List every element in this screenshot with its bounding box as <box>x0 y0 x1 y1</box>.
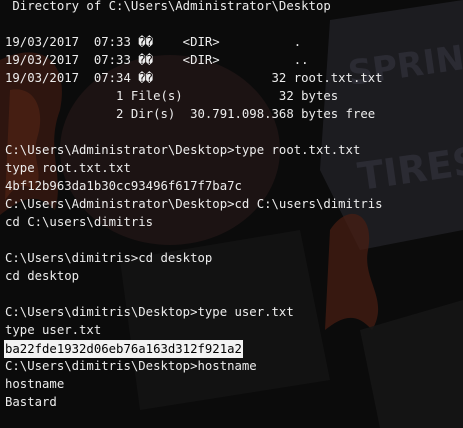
command-type-user: C:\Users\dimitris\Desktop>type user.txt <box>5 305 294 319</box>
terminal-window[interactable]: Directory of C:\Users\Administrator\Desk… <box>0 0 463 428</box>
command-type-root: C:\Users\Administrator\Desktop>type root… <box>5 143 361 157</box>
directory-header-line: Directory of C:\Users\Administrator\Desk… <box>5 0 331 13</box>
hostname-output: Bastard <box>5 395 57 409</box>
command-hostname: C:\Users\dimitris\Desktop>hostname <box>5 359 257 373</box>
dirs-summary-line: 2 Dir(s) 30.791.098.368 bytes free <box>5 107 376 121</box>
echo-type-root: type root.txt.txt <box>5 161 131 175</box>
echo-type-user: type user.txt <box>5 323 102 337</box>
dir-entry-parent: 19/03/2017 07:33 �� <DIR> .. <box>5 53 309 67</box>
echo-cd-desktop: cd desktop <box>5 269 80 283</box>
user-hash-selected[interactable]: ba22fde1932d06eb76a163d312f921a2 <box>4 340 243 358</box>
command-cd-dimitris: C:\Users\Administrator\Desktop>cd C:\use… <box>5 197 383 211</box>
dir-entry-current: 19/03/2017 07:33 �� <DIR> . <box>5 35 302 49</box>
echo-hostname: hostname <box>5 377 65 391</box>
command-cd-desktop: C:\Users\dimitris>cd desktop <box>5 251 213 265</box>
file-entry-root-txt: 19/03/2017 07:34 �� 32 root.txt.txt <box>5 71 383 85</box>
files-summary-line: 1 File(s) 32 bytes <box>5 89 339 103</box>
root-hash-output: 4bf12b963da1b30cc93496f617f7ba7c <box>5 179 242 193</box>
echo-cd-dimitris: cd C:\users\dimitris <box>5 215 154 229</box>
